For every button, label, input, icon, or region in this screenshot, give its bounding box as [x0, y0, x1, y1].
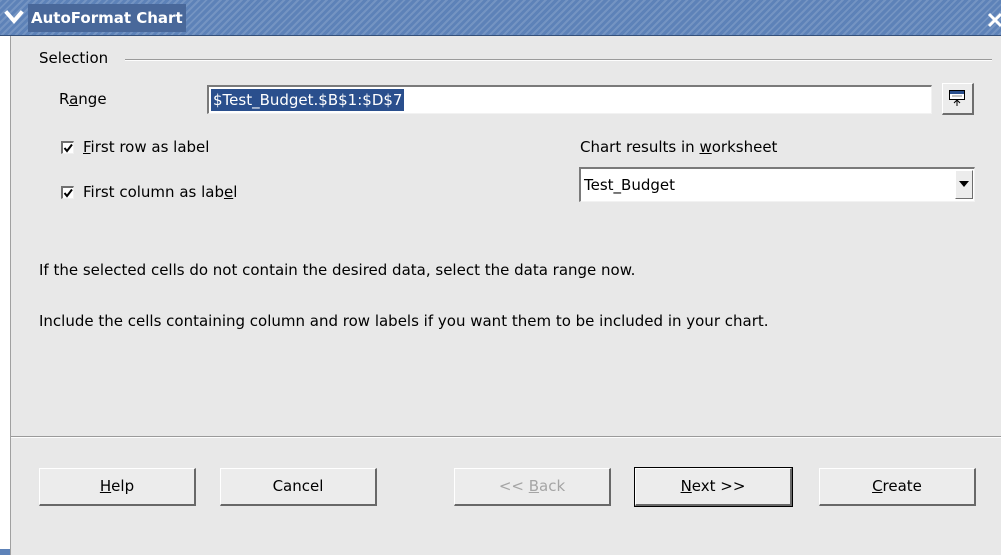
window-border-strip	[0, 549, 10, 555]
autoformat-chart-dialog: Selection Range $Test_Budget.$B$1:$D$7 F…	[10, 36, 1001, 555]
button-separator	[11, 436, 1001, 438]
close-icon[interactable]	[986, 8, 1001, 28]
first-row-label[interactable]: First row as label	[83, 138, 209, 156]
window-title: AutoFormat Chart	[28, 4, 186, 32]
selection-frame-label: Selection	[39, 49, 109, 67]
worksheet-select[interactable]: Test_Budget	[579, 167, 975, 202]
range-input[interactable]: $Test_Budget.$B$1:$D$7	[207, 85, 932, 114]
chevron-down-icon[interactable]	[3, 6, 25, 28]
next-button[interactable]: Next >>	[634, 467, 793, 507]
cancel-button[interactable]: Cancel	[220, 468, 377, 506]
window-titlebar[interactable]: AutoFormat Chart	[0, 0, 1001, 36]
checkmark-icon	[63, 143, 73, 153]
range-label: Range	[59, 90, 107, 108]
info-text-2: Include the cells containing column and …	[39, 312, 769, 330]
back-button[interactable]: << Back	[454, 468, 611, 506]
shrink-range-button[interactable]	[942, 83, 974, 115]
chart-results-label: Chart results in worksheet	[580, 138, 778, 156]
first-column-label[interactable]: First column as label	[83, 183, 237, 201]
create-button[interactable]: Create	[819, 468, 976, 506]
range-value: $Test_Budget.$B$1:$D$7	[211, 89, 405, 111]
help-button[interactable]: Help	[39, 468, 196, 506]
first-row-checkbox[interactable]	[61, 141, 74, 154]
checkmark-icon	[63, 188, 73, 198]
info-text-1: If the selected cells do not contain the…	[39, 261, 636, 279]
dropdown-arrow-icon	[959, 181, 969, 187]
shrink-dialog-icon	[949, 90, 965, 106]
worksheet-select-value: Test_Budget	[584, 176, 675, 194]
first-column-checkbox[interactable]	[61, 186, 74, 199]
selection-frame-line	[125, 59, 992, 61]
worksheet-dropdown-button[interactable]	[955, 170, 973, 199]
